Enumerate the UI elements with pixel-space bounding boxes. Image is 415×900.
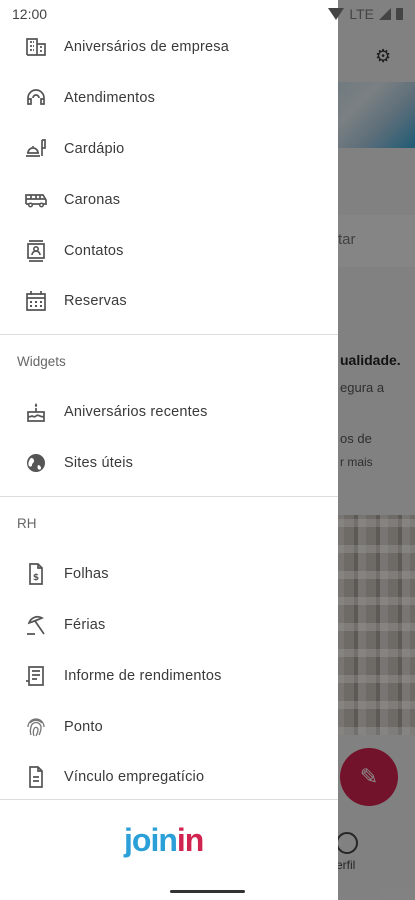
menu-item-sites-uteis[interactable]: Sites úteis	[0, 438, 338, 488]
menu-food-icon	[24, 137, 48, 161]
divider	[0, 496, 338, 497]
menu-label: Atendimentos	[64, 90, 156, 106]
home-indicator[interactable]	[170, 890, 245, 893]
svg-text:$: $	[33, 573, 39, 583]
document-icon	[24, 765, 48, 789]
network-type: LTE	[349, 6, 374, 22]
menu-label: Caronas	[64, 192, 121, 208]
menu-label: Reservas	[64, 293, 127, 309]
menu-item-aniversarios-empresa[interactable]: Aniversários de empresa	[0, 22, 338, 72]
receipt-icon	[24, 664, 48, 688]
menu-label: Cardápio	[64, 141, 125, 157]
divider	[0, 799, 338, 800]
calendar-icon	[24, 289, 48, 313]
menu-label: Folhas	[64, 566, 109, 582]
payslip-icon: $	[24, 562, 48, 586]
cake-icon	[24, 400, 48, 424]
signal-icon	[379, 8, 391, 20]
menu-item-vinculo-empregaticio[interactable]: Vínculo empregatício	[0, 752, 338, 802]
support-agent-icon	[24, 86, 48, 110]
menu-label: Aniversários de empresa	[64, 39, 229, 55]
wifi-icon	[328, 8, 345, 20]
divider	[0, 334, 338, 335]
bus-icon	[24, 188, 48, 212]
menu-label: Vínculo empregatício	[64, 769, 205, 785]
menu-label: Sites úteis	[64, 455, 134, 471]
menu-label: Informe de rendimentos	[64, 668, 222, 684]
status-bar: 12:00 LTE	[0, 0, 415, 28]
logo-part-in: in	[176, 822, 204, 858]
menu-item-atendimentos[interactable]: Atendimentos	[0, 73, 338, 123]
menu-item-caronas[interactable]: Caronas	[0, 175, 338, 225]
status-time: 12:00	[12, 6, 48, 22]
beach-umbrella-icon	[24, 613, 48, 637]
menu-item-cardapio[interactable]: Cardápio	[0, 124, 338, 174]
menu-label: Férias	[64, 617, 106, 633]
menu-item-ponto[interactable]: Ponto	[0, 702, 338, 752]
menu-label: Contatos	[64, 243, 124, 259]
section-header-rh: RH	[17, 516, 37, 531]
contacts-icon	[24, 239, 48, 263]
fingerprint-icon	[24, 715, 48, 739]
joinin-logo: joinin	[124, 822, 204, 859]
navigation-drawer: Aniversários de empresa Atendimentos Car…	[0, 0, 338, 900]
globe-icon	[24, 451, 48, 475]
menu-item-informe-rendimentos[interactable]: Informe de rendimentos	[0, 651, 338, 701]
menu-item-ferias[interactable]: Férias	[0, 600, 338, 650]
battery-icon	[396, 8, 403, 20]
section-header-widgets: Widgets	[17, 354, 66, 369]
menu-item-reservas[interactable]: Reservas	[0, 276, 338, 326]
menu-label: Ponto	[64, 719, 103, 735]
menu-label: Aniversários recentes	[64, 404, 208, 420]
logo-part-join: join	[124, 822, 178, 858]
menu-item-contatos[interactable]: Contatos	[0, 226, 338, 276]
building-icon	[24, 35, 48, 59]
menu-item-aniversarios-recentes[interactable]: Aniversários recentes	[0, 387, 338, 437]
menu-item-folhas[interactable]: $ Folhas	[0, 549, 338, 599]
